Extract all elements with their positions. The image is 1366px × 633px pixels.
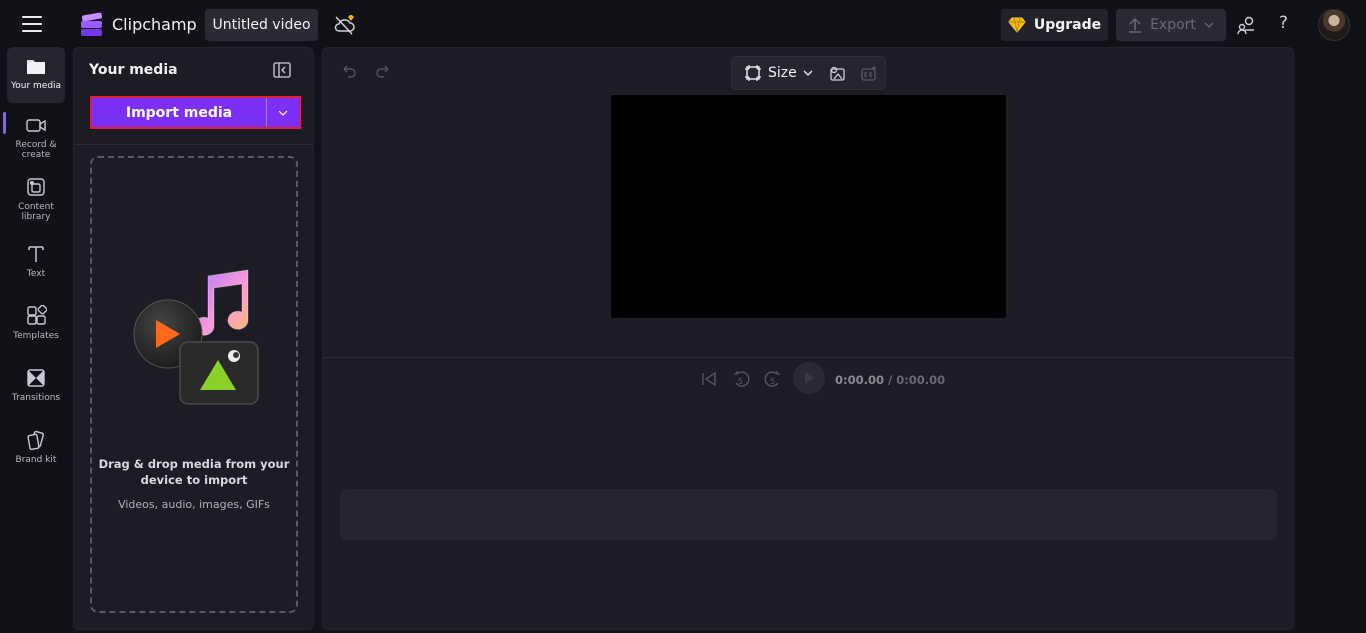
upload-icon bbox=[1129, 17, 1142, 33]
brand-kit-icon bbox=[27, 430, 45, 451]
text-icon bbox=[28, 246, 44, 262]
current-time: 0:00.00 bbox=[835, 373, 884, 387]
divider bbox=[323, 357, 1293, 358]
divider bbox=[74, 144, 313, 145]
library-icon bbox=[27, 178, 45, 196]
skip-to-start-icon[interactable] bbox=[699, 369, 719, 389]
user-avatar[interactable] bbox=[1318, 9, 1350, 41]
nav-text[interactable]: Text bbox=[7, 235, 65, 291]
chevron-down-icon bbox=[1204, 22, 1214, 28]
rewind-5-button[interactable]: 5 bbox=[731, 369, 751, 389]
playback-controls: 5 5 bbox=[699, 362, 783, 396]
forward-seconds: 5 bbox=[770, 377, 776, 386]
active-indicator bbox=[3, 112, 6, 134]
upgrade-label: Upgrade bbox=[1033, 17, 1102, 33]
nav-transitions[interactable]: Transitions bbox=[7, 359, 65, 415]
nav-content-library[interactable]: Content library bbox=[7, 168, 65, 224]
media-panel: Your media Import media Drag & drop medi… bbox=[73, 47, 314, 630]
nav-label: Text bbox=[26, 269, 46, 279]
remove-background-icon[interactable] bbox=[828, 65, 846, 83]
nav-your-media[interactable]: Your media bbox=[7, 47, 65, 103]
editor-area: Size 5 5 0:00.00 / 0:00.00 bbox=[322, 47, 1294, 630]
nav-templates[interactable]: Templates bbox=[7, 297, 65, 353]
clipchamp-logo-icon bbox=[81, 12, 103, 36]
aspect-ratio-icon bbox=[745, 65, 761, 81]
play-icon bbox=[805, 372, 814, 384]
collapse-panel-icon[interactable] bbox=[273, 62, 291, 78]
play-button[interactable] bbox=[793, 362, 825, 394]
cloud-off-premium-icon[interactable] bbox=[333, 14, 357, 36]
nav-label: Your media bbox=[10, 81, 62, 91]
folder-icon bbox=[27, 60, 45, 74]
diamond-icon bbox=[1008, 17, 1026, 33]
size-label: Size bbox=[768, 65, 797, 81]
export-label: Export bbox=[1150, 17, 1196, 33]
nav-record-create[interactable]: Record & create bbox=[7, 106, 65, 162]
chevron-down-icon bbox=[803, 70, 813, 76]
clipchamp-app: Clipchamp Untitled video Upgrade Export bbox=[0, 0, 1366, 633]
menu-icon[interactable] bbox=[22, 16, 42, 34]
media-illustration-icon bbox=[133, 269, 259, 405]
nav-label: Brand kit bbox=[15, 455, 57, 465]
import-media-button[interactable]: Import media bbox=[92, 98, 266, 127]
import-options-dropdown[interactable] bbox=[266, 98, 299, 127]
supported-formats: Videos, audio, images, GIFs bbox=[118, 498, 270, 511]
nav-label: Transitions bbox=[11, 393, 61, 403]
media-dropzone[interactable]: Drag & drop media from your device to im… bbox=[90, 156, 298, 613]
forward-5-button[interactable]: 5 bbox=[763, 369, 783, 389]
brand-name: Clipchamp bbox=[112, 15, 197, 34]
export-button[interactable]: Export bbox=[1116, 9, 1226, 41]
drop-instructions: Drag & drop media from your device to im… bbox=[98, 457, 290, 487]
size-button[interactable]: Size bbox=[744, 64, 813, 82]
timecode: 0:00.00 / 0:00.00 bbox=[835, 373, 945, 387]
nav-label: Templates bbox=[13, 331, 59, 341]
collaborate-icon[interactable] bbox=[1236, 15, 1256, 35]
nav-brand-kit[interactable]: Brand kit bbox=[7, 421, 65, 477]
panel-title: Your media bbox=[89, 62, 178, 78]
help-icon[interactable]: ? bbox=[1279, 13, 1288, 33]
upgrade-button[interactable]: Upgrade bbox=[1001, 9, 1108, 41]
rewind-seconds: 5 bbox=[738, 377, 744, 386]
video-preview-canvas[interactable] bbox=[611, 95, 1006, 318]
nav-label: Content library bbox=[18, 202, 54, 222]
total-time: / 0:00.00 bbox=[888, 373, 946, 387]
camera-icon bbox=[26, 119, 46, 132]
project-title-button[interactable]: Untitled video bbox=[205, 9, 318, 41]
transitions-icon bbox=[27, 369, 45, 387]
import-media-control: Import media bbox=[90, 96, 301, 129]
left-nav-rail: Your media Record & create Content libra… bbox=[0, 47, 72, 633]
timeline-track[interactable] bbox=[340, 489, 1277, 540]
nav-label: Record & create bbox=[15, 140, 57, 160]
captions-icon bbox=[861, 66, 876, 81]
undo-icon[interactable] bbox=[339, 62, 357, 80]
redo-icon[interactable] bbox=[375, 62, 393, 80]
chevron-down-icon bbox=[278, 110, 288, 116]
preview-toolbar: Size bbox=[731, 56, 886, 90]
top-bar: Clipchamp Untitled video Upgrade Export bbox=[0, 0, 1366, 50]
templates-icon bbox=[27, 305, 47, 325]
